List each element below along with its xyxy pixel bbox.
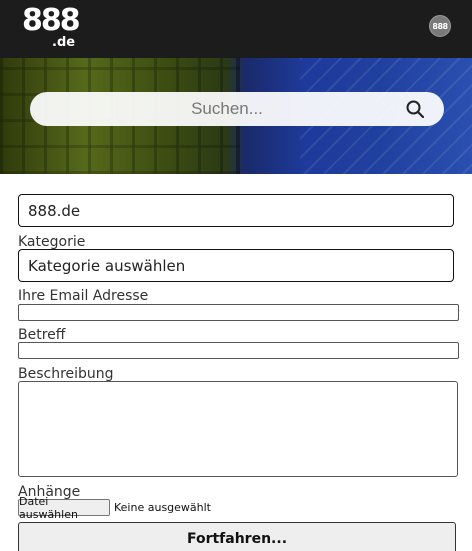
site-select[interactable]: 888.de (18, 194, 454, 227)
description-textarea[interactable] (18, 381, 458, 477)
avatar[interactable]: 888 (429, 15, 451, 37)
category-select[interactable]: Kategorie auswählen (18, 249, 454, 282)
continue-button[interactable]: Fortfahren... (18, 522, 456, 551)
subject-label: Betreff (18, 327, 66, 343)
category-label: Kategorie (18, 234, 86, 250)
email-field[interactable] (18, 304, 459, 321)
search-bar (30, 92, 444, 126)
search-icon[interactable] (406, 100, 424, 118)
logo-text: 888 (22, 3, 81, 38)
logo-suffix: .de (52, 35, 76, 50)
search-input[interactable] (30, 92, 444, 126)
description-label: Beschreibung (18, 366, 114, 382)
email-label: Ihre Email Adresse (18, 288, 149, 304)
file-status-text: Keine ausgewählt (114, 501, 211, 514)
file-choose-button[interactable]: Datei auswählen (18, 495, 110, 521)
logo[interactable]: 888 .de (22, 3, 81, 50)
top-bar: 888 .de 888 (0, 0, 472, 58)
subject-field[interactable] (18, 342, 459, 359)
